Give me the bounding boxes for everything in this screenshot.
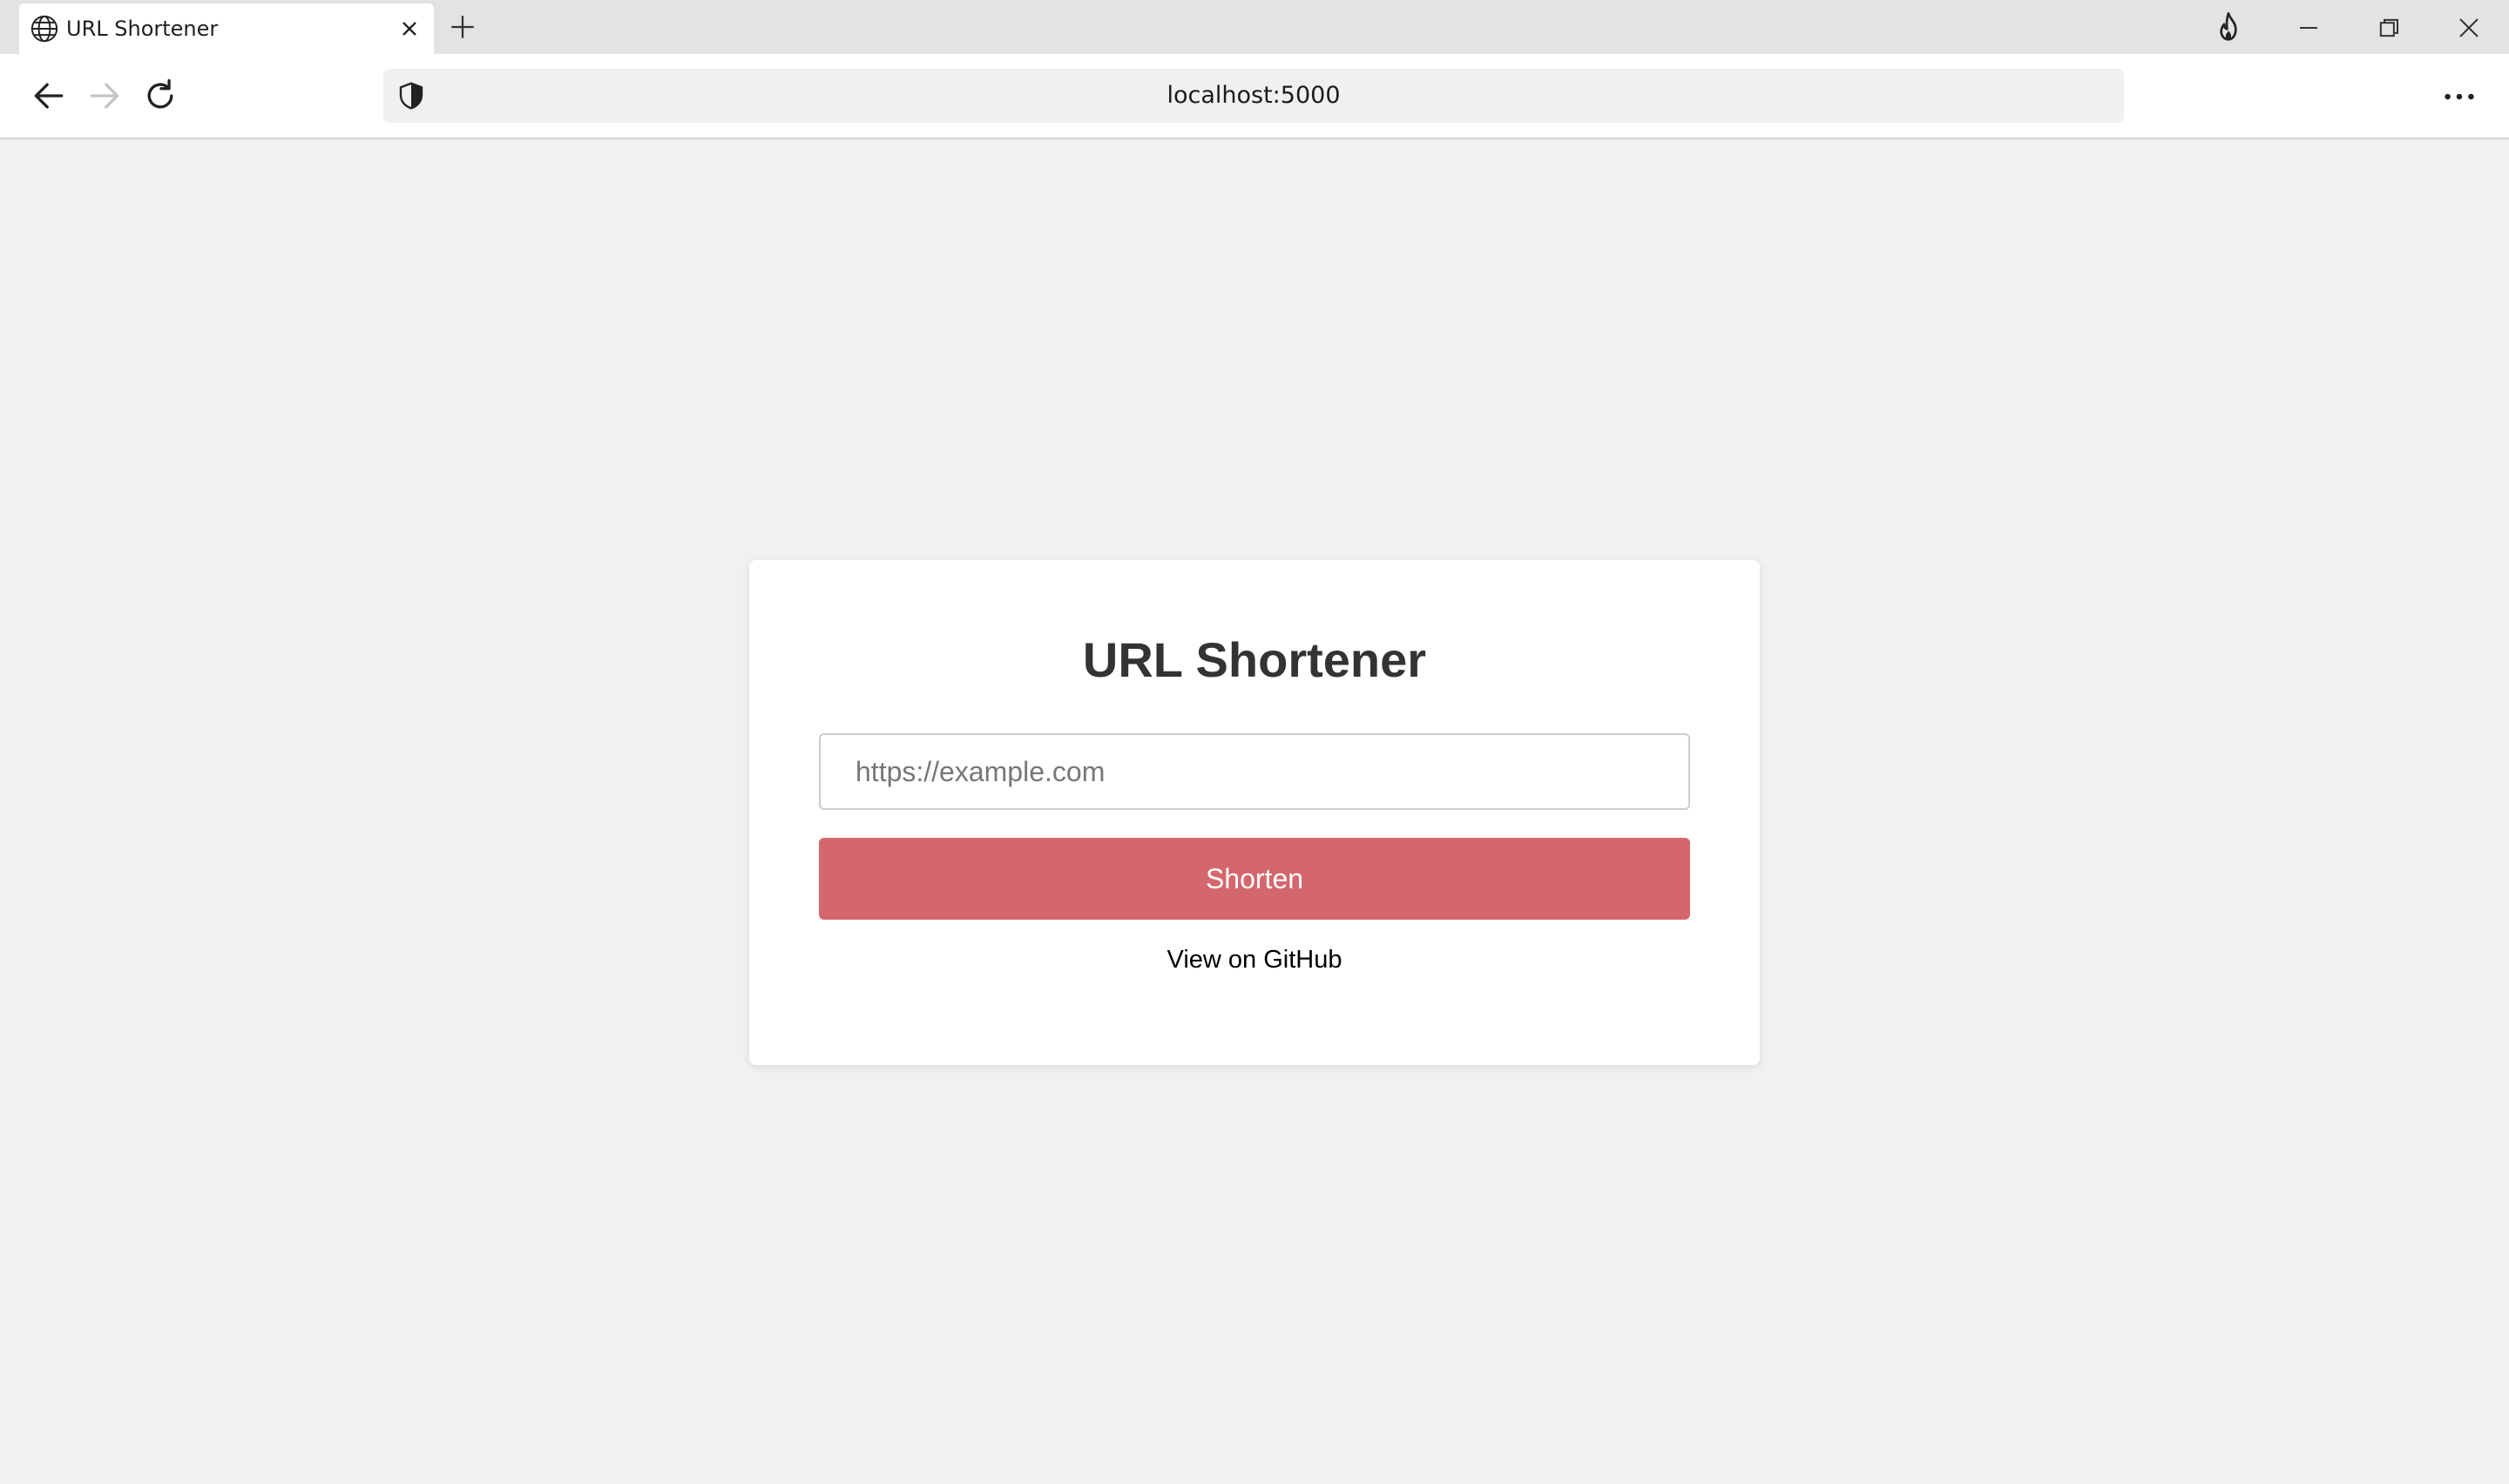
- browser-toolbar: localhost:5000: [0, 54, 2509, 139]
- restore-icon[interactable]: [2371, 10, 2406, 45]
- page-title: URL Shortener: [1082, 632, 1427, 687]
- forward-arrow-icon[interactable]: [85, 77, 124, 115]
- browser-tab[interactable]: URL Shortener: [19, 3, 434, 54]
- address-url[interactable]: localhost:5000: [383, 69, 2124, 123]
- url-input[interactable]: [819, 733, 1690, 810]
- shortener-card: URL Shortener Shorten View on GitHub: [749, 560, 1760, 1065]
- github-link[interactable]: View on GitHub: [749, 946, 1760, 975]
- plus-icon[interactable]: [448, 12, 477, 42]
- back-arrow-icon[interactable]: [30, 77, 68, 115]
- reload-icon[interactable]: [141, 77, 179, 115]
- globe-icon: [30, 15, 58, 43]
- close-icon[interactable]: [2452, 10, 2486, 45]
- flame-icon[interactable]: [2211, 10, 2246, 45]
- page-viewport: URL Shortener Shorten View on GitHub: [0, 139, 2509, 1484]
- more-dots-icon[interactable]: [2439, 77, 2479, 117]
- address-bar[interactable]: localhost:5000: [383, 69, 2124, 123]
- shorten-button[interactable]: Shorten: [819, 838, 1690, 920]
- tab-close-icon[interactable]: [397, 17, 422, 41]
- tab-title: URL Shortener: [66, 17, 219, 41]
- tab-strip: URL Shortener: [0, 0, 2509, 54]
- minimize-icon[interactable]: [2291, 10, 2326, 45]
